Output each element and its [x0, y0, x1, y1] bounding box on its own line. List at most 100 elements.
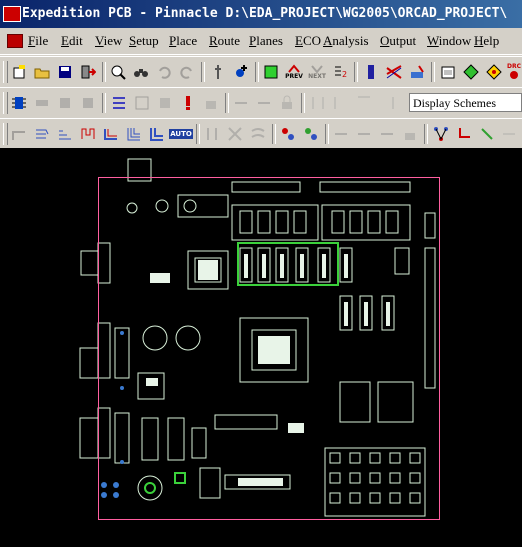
- separator: [325, 124, 329, 144]
- net-icon[interactable]: [110, 94, 128, 112]
- push-icon[interactable]: [232, 94, 250, 112]
- plow-icon[interactable]: [148, 125, 166, 143]
- menu-eco[interactable]: ECO: [295, 28, 321, 54]
- split-icon[interactable]: [226, 125, 244, 143]
- distribute-icon[interactable]: [309, 94, 327, 112]
- menu-view[interactable]: View: [95, 28, 122, 54]
- arrow-icon[interactable]: [462, 63, 480, 81]
- auto-route-icon[interactable]: AUTO: [169, 125, 193, 143]
- component-icon[interactable]: [10, 94, 28, 112]
- align-top-icon[interactable]: [355, 94, 373, 112]
- title-bar: Expedition PCB - Pinnacle D:\EDA_PROJECT…: [0, 0, 522, 28]
- svg-text:2!: 2!: [342, 70, 348, 79]
- document-icon[interactable]: [7, 34, 23, 48]
- properties-icon[interactable]: [439, 63, 457, 81]
- menu-setup[interactable]: Setup: [129, 28, 159, 54]
- separator: [424, 124, 428, 144]
- add-icon[interactable]: [232, 63, 250, 81]
- net-explorer-icon[interactable]: [432, 125, 450, 143]
- app-icon[interactable]: [3, 6, 21, 22]
- lock-icon[interactable]: [278, 94, 296, 112]
- tune-icon[interactable]: [79, 125, 97, 143]
- toolbar-grip[interactable]: [3, 123, 8, 145]
- tools-icon[interactable]: [408, 63, 426, 81]
- probe-icon[interactable]: [209, 63, 227, 81]
- fix-icon[interactable]: [179, 94, 197, 112]
- window-title: Expedition PCB - Pinnacle D:\EDA_PROJECT…: [22, 6, 508, 21]
- toolbar-grip[interactable]: [3, 92, 8, 114]
- swap-icon[interactable]: [79, 94, 97, 112]
- route-icon[interactable]: [385, 63, 403, 81]
- menu-planes[interactable]: Planes: [249, 28, 283, 54]
- select-icon[interactable]: [262, 63, 280, 81]
- menu-place[interactable]: Place: [169, 28, 197, 54]
- menu-route[interactable]: Route: [209, 28, 240, 54]
- separator: [301, 93, 305, 113]
- separator: [354, 62, 358, 82]
- go-icon[interactable]: [485, 63, 503, 81]
- main-toolbar: PREV NEXT 2! DRC: [0, 56, 522, 88]
- via-icon[interactable]: [203, 125, 221, 143]
- highlight-icon[interactable]: [279, 125, 297, 143]
- align-right-icon[interactable]: [378, 94, 396, 112]
- prev-label: PREV: [285, 73, 303, 80]
- separator: [102, 62, 106, 82]
- previous-icon[interactable]: PREV: [285, 63, 303, 81]
- separator: [102, 93, 106, 113]
- open-icon[interactable]: [33, 63, 51, 81]
- save-icon[interactable]: [56, 63, 74, 81]
- gloss-icon[interactable]: [102, 125, 120, 143]
- separator: [201, 62, 205, 82]
- next-icon[interactable]: NEXT: [308, 63, 326, 81]
- toolbar-grip[interactable]: [3, 61, 8, 83]
- separator: [225, 93, 229, 113]
- lock-part-icon[interactable]: [202, 94, 220, 112]
- menu-bar: File Edit View Setup Place Route Planes …: [0, 28, 522, 55]
- new-icon[interactable]: [10, 63, 28, 81]
- reports-icon[interactable]: 2!: [331, 63, 349, 81]
- route-toolbar: AUTO: [0, 118, 522, 150]
- group-icon[interactable]: [133, 94, 151, 112]
- exit-icon[interactable]: [79, 63, 97, 81]
- delete-route-icon[interactable]: [378, 125, 396, 143]
- copy-route-icon[interactable]: [355, 125, 373, 143]
- multi-route-icon[interactable]: [56, 125, 74, 143]
- menu-analysis[interactable]: Analysis: [323, 28, 369, 54]
- fanout-icon[interactable]: [33, 125, 51, 143]
- rotate-icon[interactable]: [56, 94, 74, 112]
- menu-help[interactable]: Help: [474, 28, 499, 54]
- separator: [255, 62, 259, 82]
- pcb-canvas[interactable]: [0, 148, 522, 547]
- undo-icon[interactable]: [155, 63, 173, 81]
- align-icon[interactable]: [156, 94, 174, 112]
- separator: [272, 124, 276, 144]
- hug-icon[interactable]: [125, 125, 143, 143]
- more-icon[interactable]: [500, 125, 518, 143]
- align-left-icon[interactable]: [332, 94, 350, 112]
- menu-window[interactable]: Window: [427, 28, 471, 54]
- board-outline: [98, 177, 440, 520]
- menu-file[interactable]: File: [28, 28, 48, 54]
- menu-edit[interactable]: Edit: [61, 28, 83, 54]
- edit-route-icon[interactable]: [332, 125, 350, 143]
- spread-icon[interactable]: [255, 94, 273, 112]
- menu-output[interactable]: Output: [380, 28, 416, 54]
- separator: [196, 124, 200, 144]
- zoom-icon[interactable]: [109, 63, 127, 81]
- move-icon[interactable]: [33, 94, 51, 112]
- interactive-route-icon[interactable]: [10, 125, 28, 143]
- auto-label: AUTO: [169, 129, 193, 139]
- cleanup-icon[interactable]: [478, 125, 496, 143]
- next-label: NEXT: [308, 73, 326, 80]
- drc-icon[interactable]: DRC: [505, 63, 522, 81]
- corner-icon[interactable]: [455, 125, 473, 143]
- layer-icon[interactable]: [362, 63, 380, 81]
- separator: [431, 62, 435, 82]
- unhighlight-icon[interactable]: [302, 125, 320, 143]
- smooth-icon[interactable]: [249, 125, 267, 143]
- display-schemes-combo[interactable]: Display Schemes: [409, 93, 522, 112]
- find-icon[interactable]: [132, 63, 150, 81]
- edit-toolbar: Display Schemes: [0, 87, 522, 119]
- redo-icon[interactable]: [178, 63, 196, 81]
- lock-trace-icon[interactable]: [401, 125, 419, 143]
